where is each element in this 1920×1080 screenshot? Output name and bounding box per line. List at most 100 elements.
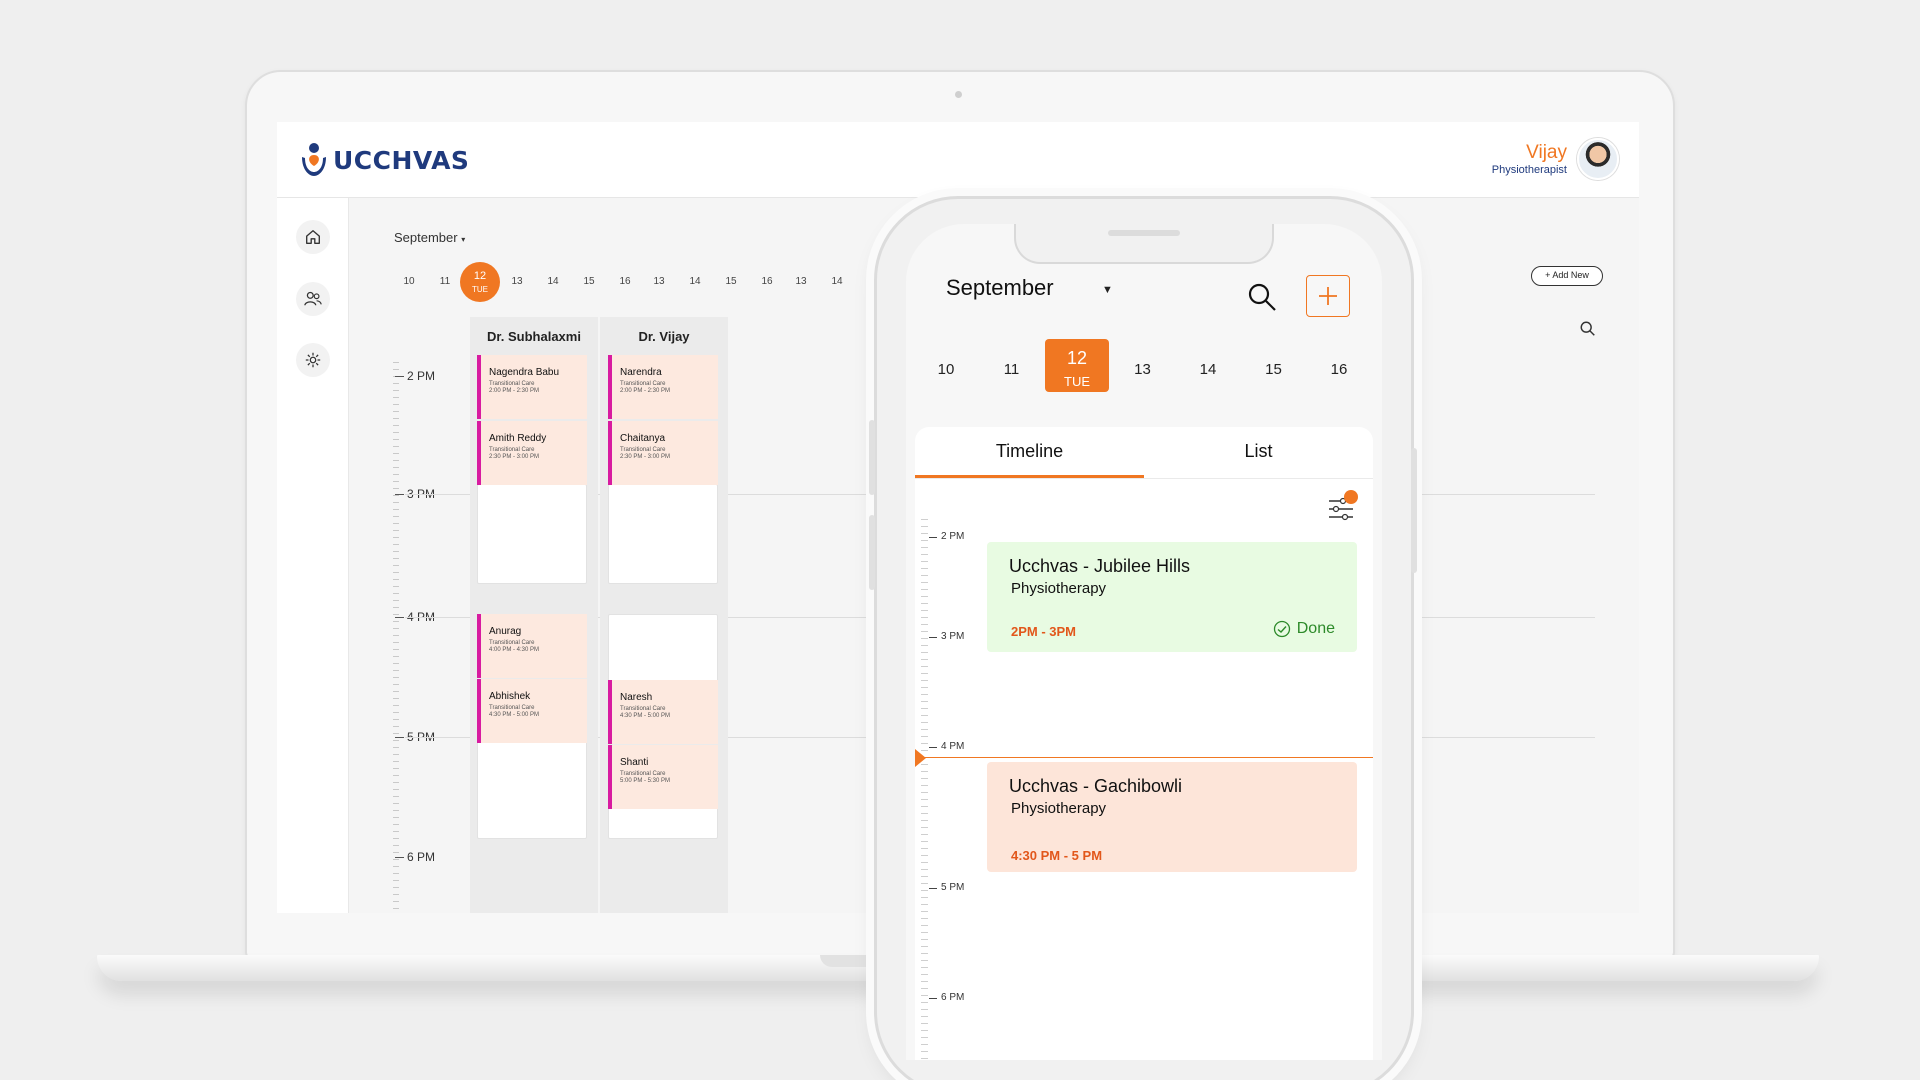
month-label: September — [394, 230, 458, 245]
current-time-marker — [915, 749, 926, 767]
empty-slot[interactable] — [608, 614, 718, 684]
month-selector[interactable]: September — [946, 275, 1054, 301]
service-name: Transitional Care — [620, 381, 666, 387]
sidebar-item-settings[interactable] — [296, 343, 330, 377]
patient-name: Anurag — [489, 626, 522, 637]
date-item[interactable]: 14 — [680, 262, 710, 302]
date-item[interactable]: 16 — [1307, 339, 1371, 401]
time-label: 4 PM — [929, 741, 964, 752]
appointment-time: 4:00 PM - 4:30 PM — [489, 647, 540, 653]
session-time: 4:30 PM - 5 PM — [1011, 848, 1103, 863]
search-icon[interactable] — [1246, 281, 1278, 313]
search-icon[interactable] — [1579, 320, 1597, 338]
brand-name: UCCHVAS — [333, 145, 470, 175]
weekday-label: TUE — [1064, 374, 1090, 389]
appointment-time: 2:30 PM - 3:00 PM — [620, 454, 671, 460]
service-name: Transitional Care — [489, 381, 535, 387]
time-label: 6 PM — [929, 992, 964, 1003]
time-label: 2 PM — [395, 369, 435, 383]
appointment-card[interactable]: Abhishek Transitional Care 4:30 PM - 5:0… — [477, 679, 587, 743]
appointment-card[interactable]: Narendra Transitional Care 2:00 PM - 2:3… — [608, 355, 718, 419]
filter-icon[interactable] — [1327, 489, 1361, 523]
service-name: Transitional Care — [489, 447, 535, 453]
appointment-time: 5:00 PM - 5:30 PM — [620, 778, 671, 784]
date-item[interactable]: 15 — [574, 262, 604, 302]
plus-icon — [1319, 287, 1337, 305]
date-item[interactable]: 13 — [1111, 339, 1175, 401]
users-icon — [304, 291, 322, 306]
session-card[interactable]: Ucchvas - Jubilee Hills Physiotherapy 2P… — [987, 542, 1357, 652]
patient-name: Naresh — [620, 692, 653, 703]
appointment-time: 4:30 PM - 5:00 PM — [489, 712, 540, 718]
empty-slot[interactable] — [477, 739, 587, 839]
date-item[interactable]: 12 TUE — [460, 262, 500, 302]
date-item[interactable]: 15 — [716, 262, 746, 302]
date-item[interactable]: 16 — [752, 262, 782, 302]
user-role: Physiotherapist — [1491, 164, 1567, 176]
date-item[interactable]: 15 — [1242, 339, 1306, 401]
appointment-card[interactable]: Amith Reddy Transitional Care 2:30 PM - … — [477, 421, 587, 485]
time-axis — [921, 519, 928, 1060]
appointment-card[interactable]: Nagendra Babu Transitional Care 2:00 PM … — [477, 355, 587, 419]
add-new-button[interactable]: + Add New — [1531, 266, 1603, 286]
date-item[interactable]: 10 — [394, 262, 424, 302]
time-label: 6 PM — [395, 850, 435, 864]
check-circle-icon — [1273, 620, 1290, 638]
doctor-column: Dr. Subhalaxmi Nagendra Babu Transitiona… — [470, 317, 598, 913]
mobile-app: September ▼ 10 11 12 TUE 13 14 15 16 Timeline L… — [906, 224, 1382, 1060]
avatar[interactable] — [1577, 138, 1619, 180]
appointment-card[interactable]: Shanti Transitional Care 5:00 PM - 5:30 … — [608, 745, 718, 809]
date-item[interactable]: 13 — [502, 262, 532, 302]
date-item[interactable]: 11 — [980, 339, 1044, 401]
service-name: Transitional Care — [620, 771, 666, 777]
patient-name: Nagendra Babu — [489, 367, 560, 378]
empty-slot[interactable] — [608, 484, 718, 584]
sidebar-item-home[interactable] — [296, 220, 330, 254]
service-name: Transitional Care — [620, 706, 666, 712]
tab-timeline[interactable]: Timeline — [915, 441, 1144, 462]
session-card[interactable]: Ucchvas - Gachibowli Physiotherapy 4:30 … — [987, 762, 1357, 872]
logo[interactable]: UCCHVAS — [299, 140, 469, 180]
doctor-column: Dr. Vijay Narendra Transitional Care 2:0… — [600, 317, 728, 913]
patient-name: Narendra — [620, 367, 662, 378]
active-tab-indicator — [915, 475, 1144, 478]
phone-side-button — [869, 515, 875, 590]
time-label: 5 PM — [929, 882, 964, 893]
appointment-card[interactable]: Chaitanya Transitional Care 2:30 PM - 3:… — [608, 421, 718, 485]
current-time-line — [915, 757, 1373, 758]
chevron-down-icon[interactable]: ▼ — [1102, 284, 1113, 296]
date-item[interactable]: 12 TUE — [1045, 339, 1109, 392]
phone-speaker — [1108, 230, 1180, 236]
weekday-label: TUE — [472, 285, 488, 294]
empty-slot[interactable] — [477, 484, 587, 584]
phone-power-button — [1411, 448, 1417, 573]
home-icon — [306, 230, 320, 244]
top-bar: UCCHVAS Vijay Physiotherapist — [277, 122, 1639, 198]
date-item[interactable]: 10 — [914, 339, 978, 401]
tab-divider — [915, 478, 1373, 479]
date-item[interactable]: 14 — [538, 262, 568, 302]
schedule-panel: Timeline List 2 PM 3 PM 4 PM 5 PM 6 PM U… — [915, 427, 1373, 1060]
status-badge: Done — [1273, 620, 1335, 638]
appointment-time: 4:30 PM - 5:00 PM — [620, 713, 671, 719]
session-service: Physiotherapy — [1011, 800, 1107, 817]
session-time: 2PM - 3PM — [1011, 624, 1077, 639]
appointment-card[interactable]: Anurag Transitional Care 4:00 PM - 4:30 … — [477, 614, 587, 678]
date-item[interactable]: 14 — [1176, 339, 1240, 401]
time-label: 3 PM — [929, 631, 964, 642]
date-item[interactable]: 11 — [430, 262, 460, 302]
month-selector[interactable]: September ▾ — [394, 230, 465, 245]
user-profile[interactable]: Vijay Physiotherapist — [1492, 138, 1619, 180]
date-item[interactable]: 13 — [786, 262, 816, 302]
tab-list[interactable]: List — [1144, 441, 1373, 462]
patient-name: Chaitanya — [620, 433, 666, 444]
date-item[interactable]: 14 — [822, 262, 852, 302]
appointment-card[interactable]: Naresh Transitional Care 4:30 PM - 5:00 … — [608, 680, 718, 744]
add-button[interactable] — [1306, 275, 1350, 317]
date-item[interactable]: 13 — [644, 262, 674, 302]
date-item[interactable]: 16 — [610, 262, 640, 302]
date-strip: 10 11 12 TUE 13 14 15 16 — [906, 339, 1382, 401]
service-name: Transitional Care — [489, 705, 535, 711]
sidebar — [277, 198, 349, 913]
sidebar-item-users[interactable] — [296, 282, 330, 316]
